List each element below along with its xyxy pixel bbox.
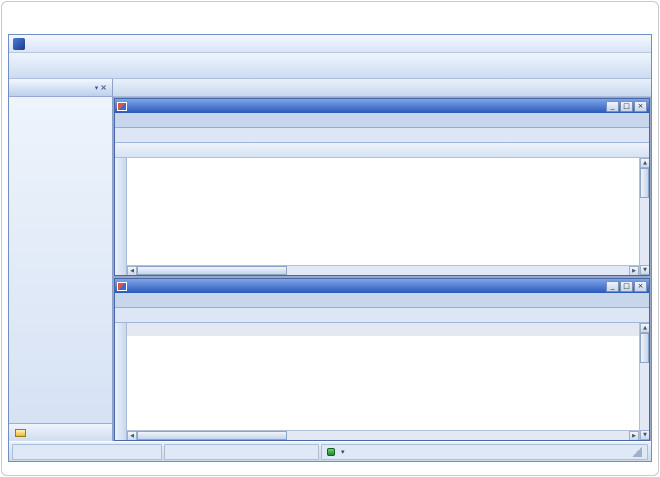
statusbar-company	[12, 444, 162, 460]
window-icon	[117, 282, 127, 291]
sidebar-panel-project-management	[9, 97, 112, 423]
scroll-right-arrow-icon[interactable]: ▶	[629, 431, 639, 441]
scroll-right-arrow-icon[interactable]: ▶	[629, 266, 639, 276]
month-header-row	[127, 158, 639, 170]
window-icon	[117, 102, 127, 111]
sidebar-item-message-management[interactable]	[9, 423, 112, 441]
vertical-scrollbar[interactable]: ▲ ▼	[639, 158, 649, 275]
statusbar: ▾	[9, 441, 651, 461]
vertical-scrollbar[interactable]: ▲ ▼	[639, 323, 649, 440]
chevron-down-icon[interactable]: ▾	[95, 84, 99, 92]
maximize-button[interactable]: □	[620, 281, 633, 292]
view-tabs	[115, 128, 649, 143]
application-window: ▾ × _ □	[8, 34, 652, 462]
toolbar	[9, 53, 651, 79]
project-library-gantt-window: _ □ ×	[114, 98, 650, 276]
statusbar-operation	[164, 444, 319, 460]
layout-status-icon	[327, 448, 335, 456]
scrollbar-thumb[interactable]	[137, 266, 287, 275]
minimize-button[interactable]: _	[606, 101, 619, 112]
close-icon[interactable]: ×	[100, 83, 107, 92]
filter-tabs	[115, 113, 649, 128]
table-header-row	[127, 323, 639, 336]
project-library-table-window: _ □ × ◀	[114, 278, 650, 441]
horizontal-scrollbar[interactable]: ◀ ▶	[127, 265, 639, 275]
table-rows	[127, 336, 639, 430]
app-icon	[13, 38, 25, 50]
scroll-left-arrow-icon[interactable]: ◀	[127, 431, 137, 441]
filter-tabs	[115, 293, 649, 308]
menubar	[9, 35, 651, 53]
maximize-button[interactable]: □	[620, 101, 633, 112]
scroll-up-arrow-icon[interactable]: ▲	[640, 323, 650, 333]
view-tabs	[115, 308, 649, 323]
scrollbar-thumb[interactable]	[640, 168, 649, 198]
project-folder-side-tab[interactable]	[115, 323, 127, 440]
sub-toolbar	[113, 79, 651, 97]
main-area: _ □ ×	[113, 79, 651, 441]
scroll-left-arrow-icon[interactable]: ◀	[127, 266, 137, 276]
scroll-down-arrow-icon[interactable]: ▼	[640, 430, 650, 440]
message-icon	[15, 429, 26, 437]
statusbar-right-panel: ▾	[321, 444, 648, 460]
scroll-down-arrow-icon[interactable]: ▼	[640, 265, 650, 275]
mdi-area: _ □ ×	[113, 97, 651, 441]
gantt-toolbar	[115, 143, 649, 158]
minimize-button[interactable]: _	[606, 281, 619, 292]
resize-grip[interactable]	[632, 447, 642, 457]
window-titlebar[interactable]: _ □ ×	[115, 99, 649, 113]
sidebar: ▾ ×	[9, 79, 113, 441]
dropdown-arrow-icon[interactable]: ▾	[341, 448, 345, 456]
close-button[interactable]: ×	[634, 101, 647, 112]
project-folder-side-tab[interactable]	[115, 158, 127, 275]
horizontal-scrollbar[interactable]: ◀ ▶	[127, 430, 639, 440]
window-titlebar[interactable]: _ □ ×	[115, 279, 649, 293]
gantt-chart	[127, 182, 639, 265]
day-header-row	[127, 170, 639, 182]
scroll-up-arrow-icon[interactable]: ▲	[640, 158, 650, 168]
scrollbar-thumb[interactable]	[137, 431, 287, 440]
close-button[interactable]: ×	[634, 281, 647, 292]
sidebar-header: ▾ ×	[9, 79, 112, 97]
scrollbar-thumb[interactable]	[640, 333, 649, 363]
